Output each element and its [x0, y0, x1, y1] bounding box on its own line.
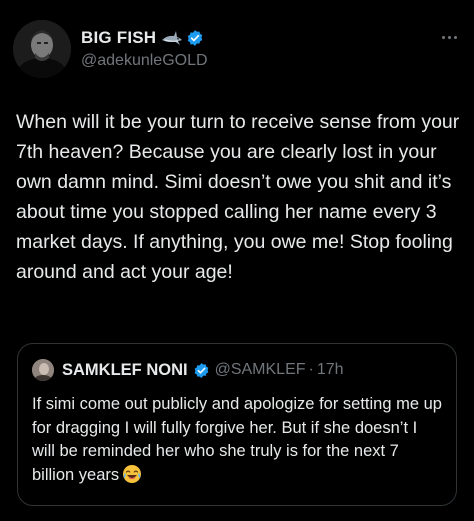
shark-icon — [161, 29, 183, 47]
more-options-button[interactable] — [438, 28, 460, 46]
quoted-author-handle[interactable]: @SAMKLEF — [215, 361, 306, 379]
more-dot-icon — [441, 35, 445, 39]
quoted-author-display-name[interactable]: SAMKLEF NONI — [62, 361, 188, 380]
quoted-tweet-text-body: If simi come out publicly and apologize … — [32, 395, 442, 484]
author-avatar-image — [13, 20, 71, 78]
verified-badge-icon — [186, 29, 204, 47]
quoted-tweet-card[interactable]: SAMKLEF NONI @SAMKLEF · 17h If simi come… — [17, 343, 457, 506]
author-avatar[interactable] — [13, 20, 71, 78]
face-with-tears-of-joy-icon — [122, 464, 142, 484]
quoted-author-avatar[interactable] — [32, 359, 54, 381]
author-display-name[interactable]: BIG FISH — [81, 28, 156, 48]
tweet-text: When will it be your turn to receive sen… — [16, 111, 465, 283]
quoted-tweet-text: If simi come out publicly and apologize … — [32, 393, 442, 487]
quoted-tweet-header: SAMKLEF NONI @SAMKLEF · 17h — [32, 358, 344, 382]
tweet: BIG FISH @adekunleGOLD When will it be y… — [0, 0, 474, 521]
author-handle[interactable]: @adekunleGOLD — [81, 52, 208, 70]
verified-badge-icon — [193, 362, 210, 379]
more-dot-icon — [447, 35, 451, 39]
quoted-tweet-time[interactable]: 17h — [317, 361, 344, 379]
author-name-row: BIG FISH — [81, 27, 204, 49]
quoted-meta-separator: · — [308, 361, 314, 378]
more-dot-icon — [453, 35, 457, 39]
